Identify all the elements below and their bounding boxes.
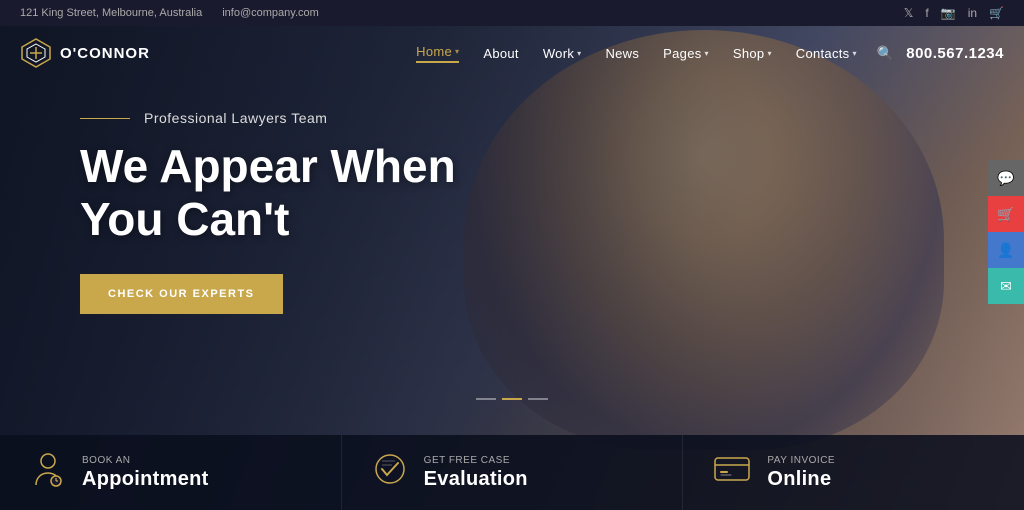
search-icon[interactable]: 🔍: [877, 45, 894, 62]
online-text: PAY INVOICE Online: [767, 455, 835, 491]
appointment-text: BOOK AN Appointment: [82, 455, 209, 491]
float-cart-button[interactable]: 🛒: [988, 196, 1024, 232]
hero-subtitle-line: Professional Lawyers Team: [80, 110, 456, 126]
float-mail-button[interactable]: ✉: [988, 268, 1024, 304]
home-arrow: ▾: [455, 47, 459, 56]
nav-work[interactable]: Work ▾: [543, 46, 582, 61]
shop-arrow: ▾: [767, 49, 771, 58]
appointment-icon: [30, 451, 66, 494]
instagram-icon[interactable]: 📷: [941, 6, 956, 20]
float-user-button[interactable]: 👤: [988, 232, 1024, 268]
cart-icon[interactable]: 🛒: [989, 6, 1004, 20]
bottom-evaluation[interactable]: GET FREE CASE Evaluation: [342, 435, 684, 510]
subtitle-bar: [80, 118, 130, 119]
nav-links: Home ▾ About Work ▾ News Pages ▾ Shop ▾: [416, 44, 857, 63]
main-navbar: O'CONNOR Home ▾ About Work ▾ News Pages …: [0, 28, 1024, 78]
linkedin-icon[interactable]: in: [968, 6, 977, 20]
nav-pages[interactable]: Pages ▾: [663, 46, 709, 61]
bottom-appointment[interactable]: BOOK AN Appointment: [0, 435, 342, 510]
address: 121 King Street, Melbourne, Australia: [20, 7, 202, 19]
facebook-icon[interactable]: f: [925, 6, 928, 20]
cta-button[interactable]: CHECK OUR EXPERTS: [80, 274, 283, 314]
email: info@company.com: [222, 7, 319, 19]
work-arrow: ▾: [577, 49, 581, 58]
twitter-icon[interactable]: 𝕏: [904, 6, 914, 20]
online-big-label: Online: [767, 468, 835, 491]
slide-dot-1[interactable]: [476, 398, 496, 400]
top-bar-left: 121 King Street, Melbourne, Australia in…: [20, 7, 319, 19]
top-bar: 121 King Street, Melbourne, Australia in…: [0, 0, 1024, 26]
hero-title: We Appear When You Can't: [80, 140, 456, 246]
hero-subtitle: Professional Lawyers Team: [144, 110, 327, 126]
social-links: 𝕏 f 📷 in 🛒: [904, 6, 1004, 20]
appointment-big-label: Appointment: [82, 468, 209, 491]
nav-news[interactable]: News: [605, 46, 639, 61]
contacts-arrow: ▾: [852, 49, 856, 58]
bottom-info-bar: BOOK AN Appointment GET FREE CASE Evalua…: [0, 435, 1024, 510]
logo-text: O'CONNOR: [60, 45, 150, 62]
pages-arrow: ▾: [705, 49, 709, 58]
float-chat-button[interactable]: 💬: [988, 160, 1024, 196]
evaluation-big-label: Evaluation: [424, 468, 528, 491]
evaluation-icon: [372, 451, 408, 494]
hero-section: O'CONNOR Home ▾ About Work ▾ News Pages …: [0, 0, 1024, 510]
appointment-small-label: BOOK AN: [82, 455, 209, 466]
slide-dot-3[interactable]: [528, 398, 548, 400]
evaluation-text: GET FREE CASE Evaluation: [424, 455, 528, 491]
online-icon: [713, 454, 751, 491]
nav-about[interactable]: About: [483, 46, 518, 61]
slider-dots: [476, 398, 548, 400]
evaluation-small-label: GET FREE CASE: [424, 455, 528, 466]
nav-home[interactable]: Home ▾: [416, 44, 459, 63]
nav-contacts[interactable]: Contacts ▾: [796, 46, 857, 61]
online-small-label: PAY INVOICE: [767, 455, 835, 466]
slide-dot-2[interactable]: [502, 398, 522, 400]
hero-content: Professional Lawyers Team We Appear When…: [80, 110, 456, 314]
bottom-online[interactable]: PAY INVOICE Online: [683, 435, 1024, 510]
sidebar-float: 💬 🛒 👤 ✉: [988, 160, 1024, 304]
nav-shop[interactable]: Shop ▾: [733, 46, 772, 61]
logo[interactable]: O'CONNOR: [20, 37, 150, 69]
phone-number: 800.567.1234: [906, 45, 1004, 62]
